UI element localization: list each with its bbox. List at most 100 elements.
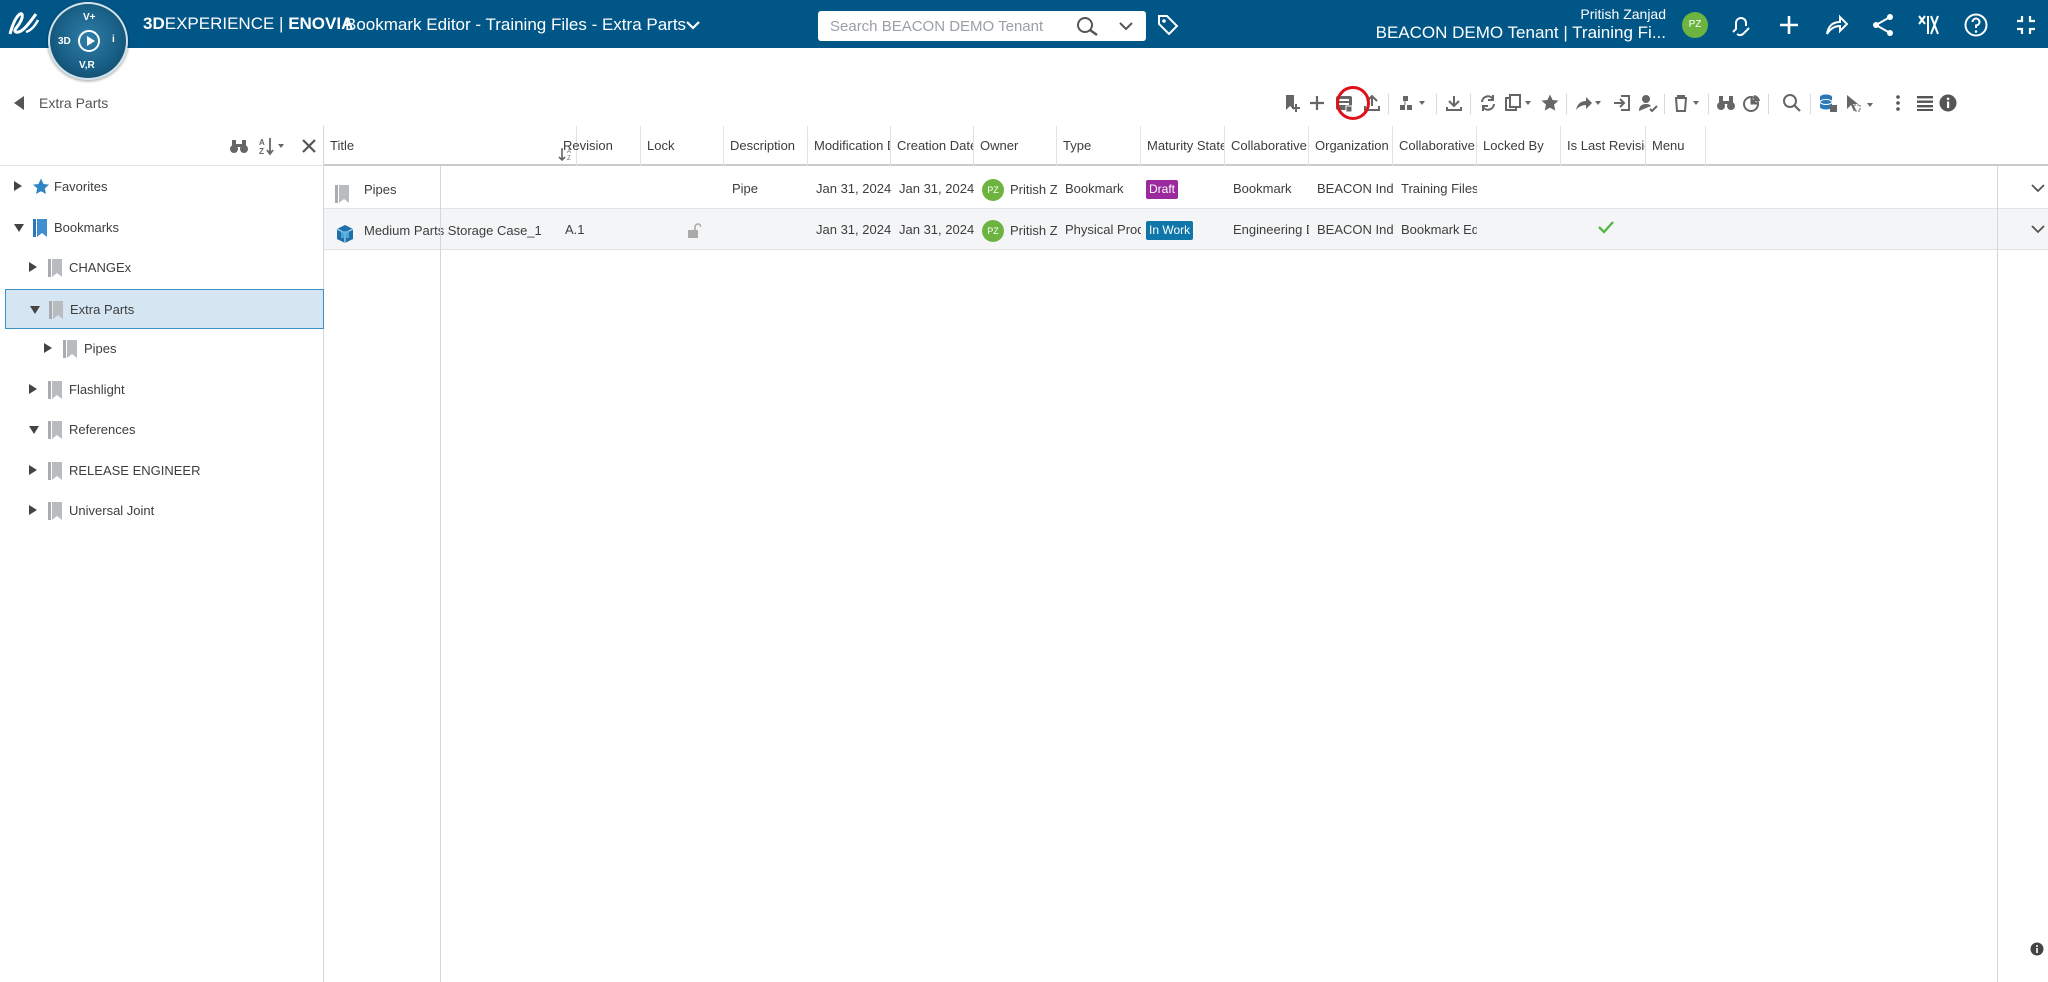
info-icon[interactable]: [1936, 91, 1960, 115]
chevron-down-icon[interactable]: [2030, 181, 2046, 196]
tree-item[interactable]: CHANGEx: [5, 248, 324, 289]
platform-brand: 3DEXPERIENCE | ENOVIA: [143, 14, 353, 34]
download-icon[interactable]: [1442, 91, 1466, 115]
compass-widget[interactable]: V+ 3D i V,R: [48, 2, 128, 80]
column-header-lock[interactable]: Lock: [641, 126, 724, 166]
column-header-description[interactable]: Description: [724, 126, 808, 166]
copy-dropdown-icon[interactable]: [1502, 91, 1536, 115]
tree-item[interactable]: Bookmarks: [5, 208, 324, 249]
table-row[interactable]: Medium Parts Storage Case_1 A.1 Jan 31, 20…: [324, 209, 2048, 250]
user-access-icon[interactable]: [1636, 91, 1660, 115]
search-input[interactable]: [818, 11, 1068, 41]
analytics-icon[interactable]: [1740, 91, 1764, 115]
cell-is-last-revision: [1563, 168, 1648, 209]
column-header-locked-by[interactable]: Locked By: [1477, 126, 1561, 166]
search-icon[interactable]: [1076, 16, 1100, 36]
share-icon[interactable]: [1823, 12, 1849, 38]
column-header-is-last-revision[interactable]: Is Last Revision: [1561, 126, 1646, 166]
column-header-maturity-state[interactable]: Maturity State: [1141, 126, 1225, 166]
tree-item-label: Bookmarks: [54, 219, 120, 235]
row-menu[interactable]: [2020, 209, 2048, 250]
column-header-label: Modification Date: [814, 138, 890, 153]
info-corner-icon[interactable]: [2030, 942, 2044, 956]
tree-item[interactable]: RELEASE ENGINEER: [5, 451, 324, 492]
column-header-modification-date[interactable]: Modification Date: [808, 126, 891, 166]
tree-item[interactable]: Extra Parts: [5, 288, 324, 329]
collapse-arrow-icon[interactable]: [30, 305, 40, 314]
expand-arrow-icon[interactable]: [14, 181, 22, 191]
collapse-arrow-icon[interactable]: [29, 426, 39, 434]
share-dropdown-icon[interactable]: [1572, 91, 1606, 115]
sync-icon[interactable]: [1476, 91, 1500, 115]
cell-text: Jan 31, 2024, ...: [816, 181, 891, 196]
add-content-icon[interactable]: [1305, 91, 1329, 115]
table-row[interactable]: Pipes Pipe Jan 31, 2024, ... Jan 31, 2024, …: [324, 168, 2048, 209]
maturity-badge[interactable]: Draft: [1146, 180, 1179, 199]
column-header-menu[interactable]: Menu: [1646, 126, 1706, 166]
column-header-owner[interactable]: Owner: [974, 126, 1057, 166]
binoculars-icon[interactable]: [1714, 91, 1738, 115]
notification-icon[interactable]: [1728, 12, 1754, 38]
more-options-icon[interactable]: [1886, 91, 1910, 115]
fullscreen-icon[interactable]: [2013, 12, 2039, 38]
column-header-collaborative-s[interactable]: Collaborative S...: [1393, 126, 1477, 166]
column-header-title[interactable]: Title A Z: [324, 126, 577, 166]
back-arrow-icon[interactable]: [12, 95, 26, 111]
close-icon[interactable]: [298, 136, 320, 156]
tree-binoculars-icon[interactable]: [228, 136, 250, 156]
search-filter-icon[interactable]: [1780, 91, 1804, 115]
cell-title[interactable]: Medium Parts Storage Case_1: [324, 209, 580, 250]
tenant-name[interactable]: BEACON DEMO Tenant | Training Fi...: [1376, 23, 1666, 43]
user-name[interactable]: Pritish Zanjad: [1580, 6, 1666, 22]
tree-item[interactable]: Flashlight: [5, 370, 324, 411]
checkmark-icon: [1597, 221, 1614, 237]
add-icon[interactable]: [1776, 12, 1802, 38]
column-header-organization[interactable]: Organization: [1309, 126, 1393, 166]
tree-item[interactable]: Universal Joint: [5, 491, 324, 532]
dassault-logo[interactable]: [6, 8, 42, 40]
column-header-creation-date[interactable]: Creation Date: [891, 126, 974, 166]
favorite-star-icon[interactable]: [1538, 91, 1562, 115]
bookmark-icon: [47, 461, 65, 481]
apps-icon[interactable]: [1916, 12, 1942, 38]
tree-item[interactable]: References: [5, 410, 324, 451]
column-header-collaborative-p[interactable]: Collaborative P...: [1225, 126, 1309, 166]
database-icon[interactable]: [1816, 91, 1840, 115]
column-header-type[interactable]: Type: [1057, 126, 1141, 166]
cell-revision: [559, 168, 641, 209]
cell-revision: A.1: [559, 209, 641, 250]
sort-dropdown-icon[interactable]: AZ: [258, 136, 290, 156]
cell-title[interactable]: Pipes: [324, 168, 580, 209]
expand-arrow-icon[interactable]: [29, 262, 37, 272]
structure-dropdown-icon[interactable]: [1396, 91, 1430, 115]
maturity-badge[interactable]: In Work: [1146, 221, 1194, 240]
expand-arrow-icon[interactable]: [29, 464, 37, 475]
list-view-icon[interactable]: [1913, 91, 1937, 115]
import-icon[interactable]: [1610, 91, 1634, 115]
column-header-revision[interactable]: Revision: [557, 126, 641, 166]
cell-text: Engineering D...: [1233, 222, 1309, 237]
social-icon[interactable]: [1870, 12, 1896, 38]
column-header-label: Description: [730, 138, 796, 153]
search-options-chevron-icon[interactable]: [1114, 16, 1138, 36]
tag-icon[interactable]: [1156, 13, 1180, 36]
user-avatar[interactable]: PZ: [1682, 12, 1708, 38]
row-menu[interactable]: [2020, 168, 2048, 209]
collapse-arrow-icon[interactable]: [14, 223, 24, 232]
breadcrumb[interactable]: Extra Parts: [39, 95, 108, 111]
chevron-down-icon[interactable]: [686, 17, 700, 33]
selection-dropdown-icon[interactable]: [1842, 91, 1878, 115]
chevron-down-icon[interactable]: [2030, 222, 2046, 237]
expand-arrow-icon[interactable]: [29, 505, 37, 515]
new-bookmark-icon[interactable]: [1280, 91, 1304, 115]
unlocked-icon[interactable]: [687, 222, 702, 238]
app-title[interactable]: Bookmark Editor - Training Files - Extra…: [345, 15, 686, 35]
expand-arrow-icon[interactable]: [44, 343, 52, 353]
delete-dropdown-icon[interactable]: [1670, 91, 1704, 115]
expand-arrow-icon[interactable]: [29, 383, 37, 394]
compass-play-icon[interactable]: [78, 30, 100, 52]
help-icon[interactable]: [1963, 12, 1989, 38]
cell-lock: [643, 168, 724, 209]
tree-item[interactable]: Favorites: [5, 167, 324, 208]
tree-item[interactable]: Pipes: [5, 329, 324, 370]
